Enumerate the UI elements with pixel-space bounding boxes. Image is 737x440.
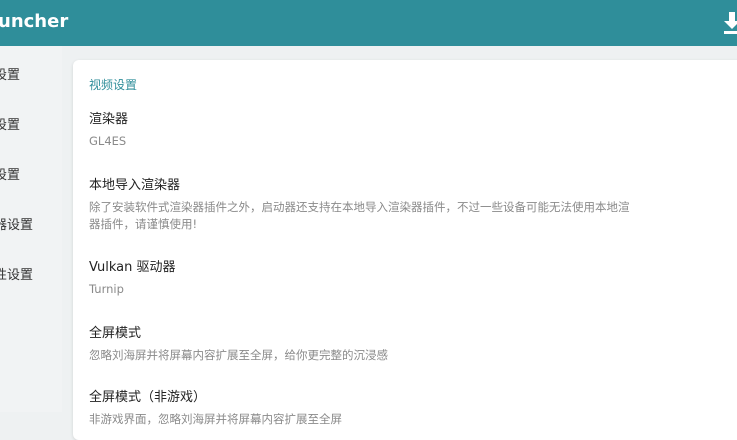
download-icon[interactable] (722, 10, 737, 36)
section-title: 视频设置 (89, 78, 138, 92)
sidebar-item-settings-1[interactable]: 设置 (0, 64, 20, 84)
sidebar-item-settings-4[interactable]: 器设置 (0, 214, 33, 234)
setting-vulkan-driver[interactable]: Vulkan 驱动器 Turnip (89, 256, 176, 298)
setting-title: 全屏模式 (89, 326, 142, 341)
setting-fullscreen-non-game[interactable]: 全屏模式（非游戏） 非游戏界面，忽略刘海屏并将屏幕内容扩展至全屏 (89, 386, 342, 428)
setting-description-line2: 器插件，请谨慎使用! (89, 217, 198, 231)
setting-fullscreen[interactable]: 全屏模式 忽略刘海屏并将屏幕内容扩展至全屏，给你更完整的沉浸感 (89, 322, 388, 364)
setting-renderer[interactable]: 渲染器 GL4ES (89, 108, 128, 150)
setting-value: Turnip (89, 282, 124, 296)
sidebar-item-settings-2[interactable]: 设置 (0, 114, 20, 134)
app-bar: uncher (0, 0, 737, 46)
settings-card: 视频设置 渲染器 GL4ES 本地导入渲染器 除了安装软件式渲染器插件之外，启动… (73, 60, 737, 440)
app-title: uncher (0, 11, 69, 32)
setting-description-line1: 除了安装软件式渲染器插件之外，启动器还支持在本地导入渲染器插件，不过一些设备可能… (89, 200, 630, 214)
sidebar-item-settings-5[interactable]: 性设置 (0, 264, 33, 284)
setting-local-import-renderer[interactable]: 本地导入渲染器 除了安装软件式渲染器插件之外，启动器还支持在本地导入渲染器插件，… (89, 174, 630, 233)
setting-title: 本地导入渲染器 (89, 178, 181, 193)
setting-description: 除了安装软件式渲染器插件之外，启动器还支持在本地导入渲染器插件，不过一些设备可能… (89, 199, 630, 233)
setting-value: GL4ES (89, 134, 127, 148)
sidebar-item-settings-3[interactable]: 设置 (0, 164, 20, 184)
setting-title: 渲染器 (89, 112, 129, 127)
setting-value: 非游戏界面，忽略刘海屏并将屏幕内容扩展至全屏 (89, 412, 342, 426)
setting-value: 忽略刘海屏并将屏幕内容扩展至全屏，给你更完整的沉浸感 (89, 348, 388, 362)
setting-title: 全屏模式（非游戏） (89, 390, 207, 405)
setting-title: Vulkan 驱动器 (89, 260, 176, 275)
sidebar: 设置 设置 设置 器设置 性设置 (0, 46, 62, 412)
